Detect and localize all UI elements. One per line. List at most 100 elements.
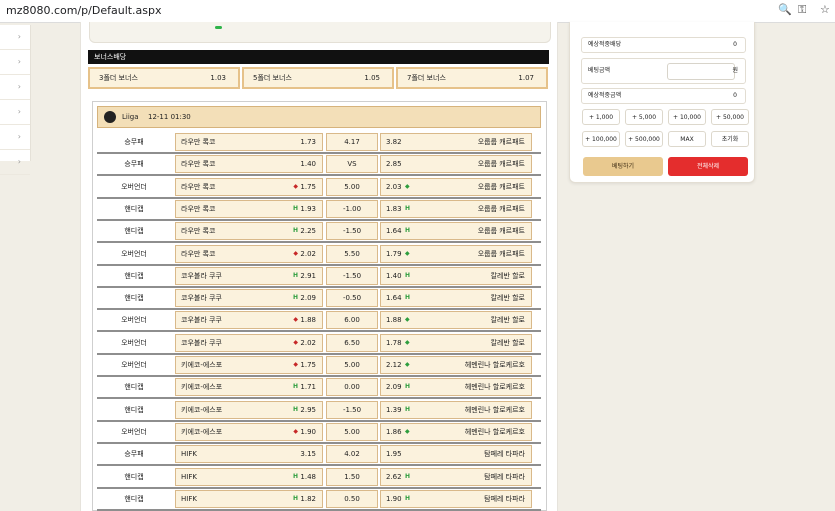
add-500000-button[interactable]: + 500,000 (625, 131, 663, 147)
home-odds-cell[interactable]: HIFK H 1.82 (175, 489, 323, 508)
url-text[interactable]: mz8080.com/p/Default.aspx (6, 4, 162, 17)
bonus-header: 보너스배당 (88, 50, 549, 64)
home-odd: 2.91 (300, 271, 316, 280)
away-odds-cell[interactable]: 2.85 오룹룹 캐르패트 (380, 155, 532, 174)
bet-type: 승무패 (124, 138, 144, 146)
away-odds-cell[interactable]: 1.95 탐페레 타파라 (380, 445, 532, 464)
draw-handicap-cell[interactable]: -1.50 (326, 222, 378, 241)
bonus-7-folder[interactable]: 7폴더 보너스 1.07 (396, 67, 548, 89)
home-odds-cell[interactable]: 키에코-에스포 H 2.95 (175, 400, 323, 419)
star-icon[interactable]: ☆ (820, 3, 830, 16)
draw-handicap-cell[interactable]: 5.50 (326, 244, 378, 263)
add-1000-button[interactable]: + 1,000 (582, 109, 620, 125)
sidebar-item[interactable]: › (0, 50, 30, 75)
away-team: 칼레반 할로 (490, 316, 525, 325)
draw-handicap-cell[interactable]: 5.00 (326, 177, 378, 196)
away-odds-cell[interactable]: 1.79 ◆ 오룹룹 캐르패트 (380, 244, 532, 263)
away-team: 탐페레 타파라 (484, 450, 525, 459)
away-odd: 1.40 (386, 271, 402, 280)
home-odd: 1.48 (300, 472, 316, 481)
away-odds-cell[interactable]: 2.12 ◆ 헤멘린나 할로케르호 (380, 356, 532, 374)
home-marker-icon: ◆ (293, 316, 298, 324)
draw-handicap-cell[interactable]: VS (326, 155, 378, 174)
draw-handicap-cell[interactable]: 6.00 (326, 311, 378, 330)
status-indicator (215, 26, 222, 29)
home-odds-cell[interactable]: 라우만 록코 1.40 (175, 155, 323, 174)
away-odds-cell[interactable]: 1.39 H 헤멘린나 할로케르호 (380, 400, 532, 419)
draw-handicap-cell[interactable]: 1.50 (326, 467, 378, 486)
away-odds-cell[interactable]: 3.82 오룹룹 캐르패트 (380, 133, 532, 151)
away-odds-cell[interactable]: 1.90 H 탐페레 타파라 (380, 489, 532, 508)
away-team: 칼레반 할로 (490, 271, 525, 280)
sidebar-item[interactable]: › (0, 25, 30, 50)
draw-handicap-cell[interactable]: 4.17 (326, 133, 378, 151)
magnifier-icon[interactable]: 🔍 (778, 3, 792, 16)
home-marker-icon: H (292, 227, 298, 235)
sidebar-item[interactable]: › (0, 100, 30, 125)
delete-all-button[interactable]: 전체삭제 (668, 157, 748, 176)
draw-handicap-cell[interactable]: 5.00 (326, 422, 378, 441)
bet-type: 핸디캡 (124, 405, 144, 414)
home-odds-cell[interactable]: 키에코-에스포 ◆ 1.90 (175, 422, 323, 441)
home-odds-cell[interactable]: 코우볼라 쿠쿠 H 2.91 (175, 266, 323, 285)
away-odds-cell[interactable]: 2.03 ◆ 오룹룹 캐르패트 (380, 177, 532, 196)
table-row: 핸디캡 코우볼라 쿠쿠 H 2.91 -1.50 1.40 H 칼레반 할로 (97, 266, 541, 288)
draw-handicap-cell[interactable]: -1.00 (326, 199, 378, 218)
draw-handicap-cell[interactable]: 0.00 (326, 378, 378, 397)
home-odds-cell[interactable]: 코우볼라 쿠쿠 ◆ 1.88 (175, 311, 323, 330)
away-odds-cell[interactable]: 1.40 H 칼레반 할로 (380, 266, 532, 285)
away-odds-cell[interactable]: 1.64 H 오룹룹 캐르패트 (380, 222, 532, 241)
add-50000-button[interactable]: + 50,000 (711, 109, 749, 125)
away-odds-cell[interactable]: 1.83 H 오룹룹 캐르패트 (380, 199, 532, 218)
draw-handicap-cell[interactable]: -0.50 (326, 289, 378, 308)
max-button[interactable]: MAX (668, 131, 706, 147)
home-odds-cell[interactable]: 라우만 록코 ◆ 1.75 (175, 177, 323, 196)
away-marker-icon: H (405, 294, 411, 302)
home-team: 키에코-에스포 (181, 383, 223, 392)
away-team: 헤멘린나 할로케르호 (464, 427, 525, 436)
home-marker-icon: ◆ (293, 361, 298, 368)
draw-handicap-cell[interactable]: 0.50 (326, 489, 378, 508)
key-icon[interactable]: ⚿ (798, 3, 806, 17)
home-odds-cell[interactable]: 라우만 록코 H 1.93 (175, 199, 323, 218)
draw-handicap-cell[interactable]: 6.50 (326, 333, 378, 352)
add-100000-button[interactable]: + 100,000 (582, 131, 620, 147)
place-bet-button[interactable]: 베팅하기 (583, 157, 663, 176)
reset-button[interactable]: 초기화 (711, 131, 749, 147)
home-odds-cell[interactable]: 코우볼라 쿠쿠 ◆ 2.02 (175, 333, 323, 352)
away-odds-cell[interactable]: 1.78 ◆ 칼레반 할로 (380, 333, 532, 352)
home-odds-cell[interactable]: 코우볼라 쿠쿠 H 2.09 (175, 289, 323, 308)
draw-handicap-cell[interactable]: 4.02 (326, 445, 378, 464)
away-odds-cell[interactable]: 1.86 ◆ 헤멘린나 할로케르호 (380, 422, 532, 441)
sidebar-item[interactable]: › (0, 75, 30, 100)
home-odds-cell[interactable]: 키에코-에스포 ◆ 1.75 (175, 356, 323, 374)
expected-odds-value: 0 (733, 41, 737, 48)
sidebar-item[interactable]: › (0, 125, 30, 150)
away-odd: 2.09 (386, 383, 402, 392)
away-marker-icon: H (405, 494, 411, 502)
sidebar-item[interactable]: › (0, 150, 30, 175)
browser-address-bar[interactable]: mz8080.com/p/Default.aspx 🔍 ⚿ ☆ (0, 0, 835, 23)
away-marker-icon: ◆ (405, 338, 410, 346)
table-row: 오버언더 키에코-에스포 ◆ 1.90 5.00 1.86 ◆ 헤멘린나 할로케르호 (97, 422, 541, 444)
home-odds-cell[interactable]: 라우만 록코 1.73 (175, 133, 323, 151)
bonus-5-folder[interactable]: 5폴더 보너스 1.05 (242, 67, 394, 89)
bonus-3-folder[interactable]: 3폴더 보너스 1.03 (88, 67, 240, 89)
away-odds-cell[interactable]: 2.62 H 탐페레 타파라 (380, 467, 532, 486)
home-odd: 1.93 (300, 204, 316, 213)
draw-handicap-cell[interactable]: -1.50 (326, 400, 378, 419)
home-odds-cell[interactable]: 라우만 록코 ◆ 2.02 (175, 244, 323, 263)
add-10000-button[interactable]: + 10,000 (668, 109, 706, 125)
home-odds-cell[interactable]: 라우만 록코 H 2.25 (175, 222, 323, 241)
away-odds-cell[interactable]: 1.64 H 칼레반 할로 (380, 289, 532, 308)
draw-handicap-cell[interactable]: 5.00 (326, 356, 378, 374)
away-odds-cell[interactable]: 2.09 H 헤멘린나 할로케르호 (380, 378, 532, 397)
home-odds-cell[interactable]: 키에코-에스포 H 1.71 (175, 378, 323, 397)
add-5000-button[interactable]: + 5,000 (625, 109, 663, 125)
home-team: HIFK (181, 472, 197, 481)
home-odds-cell[interactable]: HIFK H 1.48 (175, 467, 323, 486)
bet-amount-input[interactable] (667, 63, 735, 80)
draw-handicap-cell[interactable]: -1.50 (326, 266, 378, 285)
home-odds-cell[interactable]: HIFK 3.15 (175, 445, 323, 464)
away-odds-cell[interactable]: 1.88 ◆ 칼레반 할로 (380, 311, 532, 330)
